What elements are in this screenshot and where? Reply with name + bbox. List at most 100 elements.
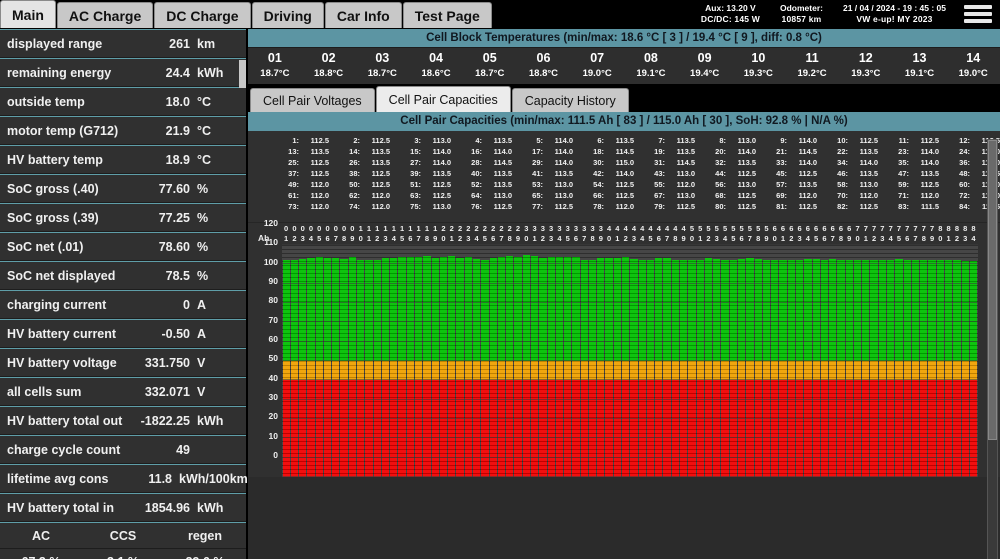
chart-bar-segment-orange [439, 361, 448, 381]
capacity-cell-value: 113.5 [493, 180, 512, 189]
subtab-capacity-history[interactable]: Capacity History [511, 88, 629, 112]
chart-bar-segment-red [506, 380, 514, 477]
capacity-cell-value: 112.5 [310, 158, 329, 167]
metric-unit: % [197, 268, 209, 283]
capacity-cell-index: 1: [292, 136, 299, 145]
chart-bar-segment-red [903, 380, 911, 477]
tab-driving[interactable]: Driving [251, 2, 324, 28]
block-id: 02 [321, 51, 336, 65]
capacity-cell: 61: 112.0 [268, 190, 329, 201]
chart-bar-segment-green [514, 256, 522, 361]
cell-block-13: 13 19.1°C [893, 48, 947, 84]
tab-dc-charge[interactable]: DC Charge [154, 2, 251, 28]
capacity-cell-value: 113.5 [615, 136, 634, 145]
capacity-cell-index: 44: [715, 169, 726, 178]
capacity-cell-value: 113.0 [676, 169, 695, 178]
capacity-cell-value: 113.0 [432, 136, 451, 145]
tab-car-info[interactable]: Car Info [324, 2, 402, 28]
capacity-cell-index: 77: [532, 202, 543, 211]
chart-bar-segment-orange [390, 361, 398, 381]
subtab-cell-pair-voltages[interactable]: Cell Pair Voltages [250, 88, 375, 112]
metric-unit: kWh [197, 413, 224, 428]
x-tick-label: 62 [789, 224, 794, 243]
metric-value: 24.4 [165, 65, 190, 80]
chart-bar-segment-orange [580, 361, 588, 381]
subtab-cell-pair-capacities[interactable]: Cell Pair Capacities [375, 86, 511, 112]
capacity-cell-index: 15: [410, 147, 421, 156]
chart-bar [580, 245, 589, 477]
chart-bar-segment-orange [680, 361, 688, 381]
chart-bar-segment-green [481, 259, 489, 361]
capacity-cell: 32: 113.5 [695, 157, 756, 168]
cell-block-05: 05 18.7°C [463, 48, 517, 84]
capacity-cell: 33: 114.0 [756, 157, 817, 168]
hamburger-icon[interactable] [964, 5, 992, 23]
tab-ac-charge[interactable]: AC Charge [56, 2, 154, 28]
capacity-cell-index: 34: [837, 158, 848, 167]
chart-bar-segment-red [779, 380, 787, 477]
chart-bar [869, 245, 879, 477]
energy-source-headers: AC CCS regen [0, 522, 246, 548]
chart-bar [952, 245, 962, 477]
metric-value: 11.8 [148, 471, 172, 486]
capacity-cell-index: 70: [837, 191, 848, 200]
x-tick-label: 61 [780, 224, 786, 243]
metric-row: SoC gross (.40) 77.60% [0, 174, 246, 203]
capacity-cell-value: 112.5 [371, 136, 390, 145]
capacity-cell-value: 113.0 [493, 191, 512, 200]
capacity-cell-index: 59: [898, 180, 909, 189]
chart-bar [894, 245, 904, 477]
chart-bar [861, 245, 870, 477]
sub-tab-bar: Cell Pair Voltages Cell Pair Capacities Ca… [248, 86, 1000, 112]
metric-row: outside temp 18.0 °C [0, 87, 246, 116]
capacity-number-row: 1: 112.5 2: 112.5 3: 113.0 4: 113.5 5: 114.0 6: 113… [248, 135, 1000, 146]
chart-bar [903, 245, 912, 477]
chart-bar [282, 245, 291, 477]
y-tick-label: 30 [268, 392, 278, 402]
capacity-cell: 79: 112.5 [634, 201, 695, 212]
chart-bar-segment-green [746, 257, 754, 361]
block-temp: 18.7°C [367, 68, 397, 79]
capacity-cell: 82: 112.5 [817, 201, 878, 212]
vertical-scrollbar[interactable] [987, 139, 998, 559]
metric-unit: °C [197, 94, 212, 109]
chart-bar-segment-orange [597, 361, 605, 381]
chart-bar-segment-green [671, 259, 679, 361]
tab-main[interactable]: Main [0, 0, 56, 28]
block-temp: 18.8°C [528, 68, 559, 79]
capacity-cell-value: 114.0 [859, 158, 878, 167]
metric-row: HV battery current -0.50 A [0, 319, 246, 348]
capacity-cell: 21: 114.5 [756, 146, 817, 157]
chart-bar-segment-green [870, 260, 878, 361]
chart-bar-segment-red [969, 380, 978, 477]
capacity-cell-index: 10: [837, 136, 848, 145]
chart-bar-segment-orange [431, 361, 439, 381]
chart-bar-segment-green [903, 259, 911, 361]
chart-bar-segment-red [613, 380, 622, 477]
capacity-cell-value: 112.0 [310, 202, 329, 211]
capacity-cell: 62: 112.0 [329, 190, 390, 201]
chart-bar-segment-red [622, 380, 630, 477]
chart-bar-segment-green [580, 259, 588, 361]
chart-bar-segment-orange [663, 361, 671, 381]
chart-bar-segment-green [522, 254, 530, 361]
chart-bar-segment-orange [961, 361, 969, 381]
tab-test-page[interactable]: Test Page [402, 2, 492, 28]
x-tick-label: 76 [905, 224, 910, 243]
scrollbar-thumb[interactable] [988, 140, 997, 440]
chart-bar-segment-green [398, 256, 406, 361]
x-tick-label: 68 [838, 224, 844, 243]
chart-bar-segment-green [555, 256, 564, 361]
chart-bar-segment-green [448, 255, 456, 361]
x-tick-label: 19 [433, 224, 438, 243]
capacity-cell-index: 6: [597, 136, 604, 145]
chart-bar-segment-orange [622, 361, 630, 381]
block-id: 14 [966, 51, 981, 65]
chart-bar [961, 245, 970, 477]
capacity-cell: 40: 113.5 [451, 168, 512, 179]
chart-bar-segment-orange [837, 361, 845, 381]
capacity-cell-index: 58: [837, 180, 848, 189]
capacity-cell-value: 114.0 [432, 158, 451, 167]
chart-bar-segment-orange [804, 361, 812, 381]
chart-bar [696, 245, 705, 477]
